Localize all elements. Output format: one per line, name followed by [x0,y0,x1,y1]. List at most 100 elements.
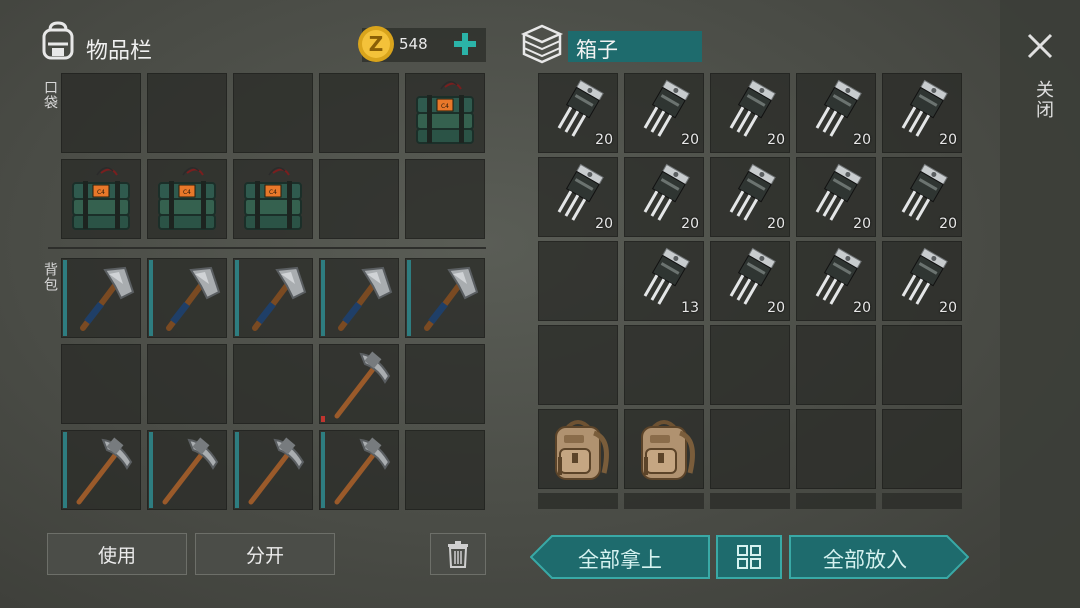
pocket-slot[interactable] [61,73,141,153]
trash-icon [448,541,468,568]
item-count: 20 [681,132,699,148]
put-all-label: 全部放入 [823,548,907,572]
durability-bar [235,432,239,508]
svg-text:C4: C4 [183,189,191,196]
box-slot[interactable]: 20 [538,73,618,153]
pocket-slot[interactable] [319,73,399,153]
durability-bar [63,432,67,508]
item-count: 20 [939,216,957,232]
close-sidebar: 关闭 [1000,0,1080,608]
box-slot[interactable]: 20 [882,157,962,237]
box-slot[interactable]: 20 [882,73,962,153]
pocket-slot[interactable]: C4 [405,73,485,153]
item-count: 20 [853,216,871,232]
put-all-button[interactable]: 全部放入 [789,535,969,579]
backpack-slot[interactable] [233,430,313,510]
backpack-slot[interactable] [319,258,399,338]
pocket-slot[interactable] [319,159,399,239]
close-icon[interactable] [1026,32,1054,60]
box-title: 箱子 [576,38,618,62]
box-slot[interactable]: 20 [796,241,876,321]
box-slot[interactable] [538,241,618,321]
backpack-slot[interactable] [405,258,485,338]
box-slot[interactable]: 20 [796,73,876,153]
pocket-slot[interactable] [147,73,227,153]
box-slot[interactable]: 20 [710,73,790,153]
box-slot[interactable] [710,409,790,489]
item-count: 20 [767,216,785,232]
pocket-slot[interactable]: C4 [147,159,227,239]
pocket-slot[interactable] [405,159,485,239]
box-grid-overflow [538,493,962,509]
backpack-slot[interactable] [61,430,141,510]
svg-text:C4: C4 [97,189,105,196]
item-count: 20 [853,300,871,316]
backpack-slot[interactable] [147,258,227,338]
backpack-slot[interactable] [319,344,399,424]
backpack-slot[interactable] [405,344,485,424]
backpack-slot[interactable] [147,344,227,424]
durability-bar [321,346,325,422]
svg-text:Z: Z [369,32,384,56]
box-slot[interactable]: 13 [624,241,704,321]
durability-bar [321,260,325,336]
box-slot[interactable] [538,409,618,489]
item-count: 20 [853,132,871,148]
backpack-slot[interactable] [405,430,485,510]
durability-bar [149,432,153,508]
box-slot[interactable]: 20 [882,241,962,321]
close-label[interactable]: 关闭 [1030,80,1056,120]
box-slot[interactable]: 20 [624,157,704,237]
plus-icon[interactable] [452,31,478,57]
box-slot[interactable] [538,325,618,405]
currency-value: 548 [399,35,428,53]
pocket-slot[interactable] [233,73,313,153]
item-count: 20 [595,132,613,148]
backpack-slot[interactable] [147,430,227,510]
sort-button[interactable] [716,535,782,579]
pocket-slot[interactable]: C4 [61,159,141,239]
take-all-button[interactable]: 全部拿上 [530,535,710,579]
item-count: 20 [767,132,785,148]
pocket-slot[interactable]: C4 [233,159,313,239]
item-count: 20 [939,300,957,316]
box-slot[interactable] [882,409,962,489]
box-slot[interactable] [796,409,876,489]
box-slot[interactable] [882,325,962,405]
backpack-slot[interactable] [319,430,399,510]
durability-bar [407,260,411,336]
box-icon [520,24,564,64]
item-count: 13 [681,300,699,316]
backpack-slot[interactable] [61,258,141,338]
durability-bar [321,432,325,508]
pocket-label: 口袋 [42,80,58,110]
item-count: 20 [595,216,613,232]
take-all-label: 全部拿上 [578,548,662,572]
section-divider [48,247,486,249]
box-slot[interactable] [710,325,790,405]
item-count: 20 [767,300,785,316]
box-slot[interactable]: 20 [710,241,790,321]
durability-bar [63,260,67,336]
svg-text:C4: C4 [269,189,277,196]
backpack-slot[interactable] [233,344,313,424]
use-button[interactable]: 使用 [47,533,187,575]
box-slot[interactable] [624,409,704,489]
box-slot[interactable]: 20 [624,73,704,153]
box-slot[interactable] [796,325,876,405]
box-slot[interactable]: 20 [538,157,618,237]
box-slot[interactable]: 20 [796,157,876,237]
durability-bar [149,260,153,336]
box-title-field[interactable]: 箱子 [568,31,702,62]
grid-sort-icon [737,545,761,569]
durability-bar [235,260,239,336]
gold-coin-icon: Z [356,24,396,64]
item-count: 20 [681,216,699,232]
inventory-title: 物品栏 [86,39,153,64]
trash-button[interactable] [430,533,486,575]
box-slot[interactable]: 20 [710,157,790,237]
box-slot[interactable] [624,325,704,405]
backpack-slot[interactable] [61,344,141,424]
backpack-slot[interactable] [233,258,313,338]
split-button[interactable]: 分开 [195,533,335,575]
